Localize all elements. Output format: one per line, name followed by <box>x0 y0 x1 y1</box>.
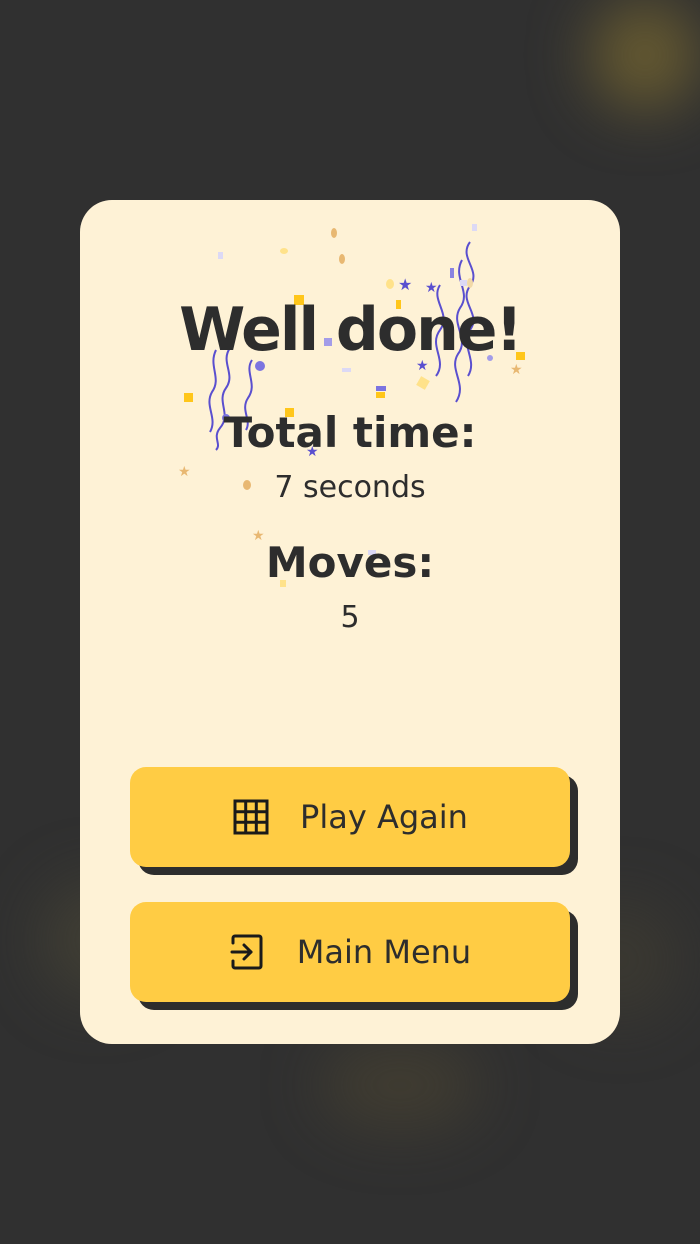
play-again-label: Play Again <box>300 798 468 836</box>
moves-value: 5 <box>340 600 360 635</box>
page-title: Well done! <box>179 295 523 365</box>
svg-text:★: ★ <box>425 280 438 296</box>
background-glow <box>320 1040 480 1130</box>
grid-icon <box>232 798 270 836</box>
main-menu-button[interactable]: Main Menu <box>130 902 570 1002</box>
moves-label: Moves: <box>265 538 435 587</box>
background-glow <box>590 0 700 110</box>
play-again-button[interactable]: Play Again <box>130 767 570 867</box>
total-time-label: Total time: <box>223 408 477 457</box>
svg-text:★: ★ <box>398 275 412 294</box>
results-card: ★ ★ ★ ★ ★ ★ ★ Well done! Total time: 7 s… <box>80 200 620 1044</box>
main-menu-label: Main Menu <box>296 933 472 971</box>
total-time-value: 7 seconds <box>274 470 426 505</box>
exit-icon <box>229 933 267 971</box>
